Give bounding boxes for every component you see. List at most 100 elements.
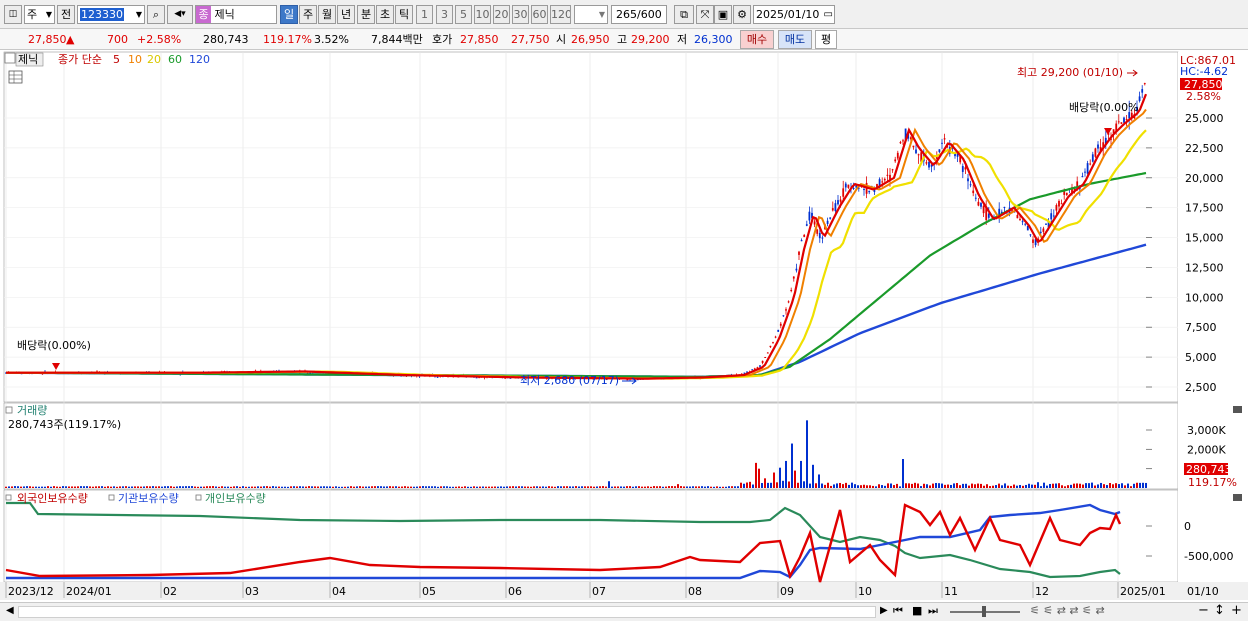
period-button-1[interactable]: 주	[299, 5, 317, 24]
period-button-2[interactable]: 월	[318, 5, 336, 24]
period-button-5[interactable]: 초	[376, 5, 394, 24]
volume-bar	[479, 486, 481, 488]
interval-button-1[interactable]: 3	[436, 5, 453, 24]
chevron-down-icon: ▼	[45, 10, 52, 19]
volume-bar	[1004, 483, 1006, 488]
volume-bar	[251, 486, 253, 488]
eval-button[interactable]: 평	[815, 30, 837, 49]
count-input[interactable]: 265/600	[611, 5, 667, 24]
volume-bar	[995, 485, 997, 488]
candle-body	[759, 365, 761, 367]
volume-bar	[617, 486, 619, 488]
scroll-left-icon[interactable]: ◀	[6, 605, 14, 616]
grid-table-icon[interactable]	[8, 70, 23, 84]
stock-code-input[interactable]: 123330 ▼	[77, 5, 145, 24]
price-chart[interactable]: 25,000 22,500 20,000 17,500 15,000 12,500 10,0…	[0, 50, 1248, 602]
prev-button[interactable]: 전	[57, 5, 75, 24]
open-label: 시	[556, 33, 567, 46]
volume-bar	[1058, 483, 1060, 488]
x-tick-label: 2023/12	[8, 585, 54, 598]
last-page-icon[interactable]: ⏭	[928, 604, 938, 618]
volume-bar	[1079, 483, 1081, 488]
candle-body	[977, 201, 980, 206]
candle-body	[1084, 171, 1086, 173]
candle-body	[1094, 148, 1097, 157]
scroll-right-icon[interactable]: ▶	[880, 605, 888, 616]
volume-bar	[482, 486, 484, 488]
panel-toggle-icon[interactable]	[195, 494, 202, 501]
period-button-0[interactable]: 일	[280, 5, 298, 24]
volume-bar	[428, 486, 430, 488]
zoom-slider-handle[interactable]	[982, 606, 986, 617]
save-icon[interactable]: ▣	[714, 5, 732, 24]
volume-bar	[1130, 486, 1132, 488]
reset-icon[interactable]: ↕	[1214, 603, 1225, 618]
interval-button-3[interactable]: 10	[474, 5, 491, 24]
candle-body	[795, 268, 798, 271]
interval-button-6[interactable]: 60	[531, 5, 548, 24]
interval-button-2[interactable]: 5	[455, 5, 472, 24]
candle-body	[772, 342, 774, 344]
panel-toggle-icon[interactable]	[108, 494, 115, 501]
scroll-bar[interactable]: ◀ ▶ ⏮ ■ ⏭ ⚟ ⚟ ⇄ ⇄ ⚟ ⇄ − ↕ +	[0, 602, 1248, 621]
volume-bar	[536, 486, 538, 488]
chart-tools-icon[interactable]: ⚟ ⚟ ⇄ ⇄ ⚟ ⇄	[1030, 604, 1105, 617]
x-tick-label: 08	[688, 585, 702, 598]
volume-bar	[830, 485, 832, 488]
volume-bar	[380, 486, 382, 488]
candle-body	[982, 205, 985, 214]
volume-bar	[758, 468, 760, 488]
period-button-4[interactable]: 분	[357, 5, 375, 24]
panel-toggle-icon[interactable]	[5, 406, 13, 414]
interval-button-7[interactable]: 120	[550, 5, 571, 24]
crosshair-icon[interactable]: ⤧	[696, 5, 714, 24]
volume-bar	[743, 483, 745, 488]
market-select[interactable]: 주 ▼	[24, 5, 55, 24]
stock-name-field[interactable]: 종 제닉	[195, 5, 277, 24]
candle-body	[761, 360, 764, 363]
volume-value: 280,743	[203, 33, 249, 46]
candle-body	[826, 220, 829, 224]
volume-bar	[170, 486, 172, 488]
volume-bar	[1139, 482, 1141, 488]
candle-body	[808, 211, 811, 221]
close-icon[interactable]	[1233, 406, 1242, 413]
first-page-icon[interactable]: ⏮	[893, 604, 903, 618]
volume-bar	[908, 483, 910, 488]
scroll-track[interactable]	[18, 606, 876, 618]
volume-bar	[701, 486, 703, 488]
volume-bar	[503, 486, 505, 488]
volume-bar	[713, 486, 715, 488]
volume-bar	[227, 486, 229, 488]
volume-bar	[77, 486, 79, 488]
interval-button-0[interactable]: 1	[416, 5, 433, 24]
candle-body	[1117, 121, 1120, 123]
buy-button[interactable]: 매수	[740, 30, 774, 49]
period-button-6[interactable]: 틱	[395, 5, 413, 24]
volume-bar	[1061, 485, 1063, 488]
volume-bar	[470, 486, 472, 488]
volume-bar	[1142, 482, 1144, 488]
gear-icon[interactable]: ⚙	[733, 5, 751, 24]
zoom-out-icon[interactable]: −	[1198, 603, 1209, 618]
panel-toggle-icon[interactable]	[5, 494, 12, 501]
sell-button[interactable]: 매도	[778, 30, 812, 49]
zoom-in-icon[interactable]: +	[1231, 603, 1242, 618]
stop-icon[interactable]: ■	[912, 604, 922, 617]
interval-button-5[interactable]: 30	[512, 5, 529, 24]
date-input[interactable]: 2025/01/10 ▭	[753, 5, 835, 24]
search-icon[interactable]: ⌕	[147, 5, 165, 24]
volume-bar	[239, 486, 241, 488]
candle-icon[interactable]: ⧉	[674, 5, 694, 24]
window-icon[interactable]: ◫	[4, 5, 22, 24]
volume-bar	[557, 486, 559, 488]
panel-toggle-icon[interactable]	[4, 52, 16, 64]
speaker-icon[interactable]: ◀▾	[167, 5, 193, 24]
volume-bar	[818, 474, 820, 488]
close-icon[interactable]	[1233, 494, 1242, 501]
period-button-3[interactable]: 년	[337, 5, 355, 24]
interval-button-4[interactable]: 20	[493, 5, 510, 24]
chart-area[interactable]: 25,000 22,500 20,000 17,500 15,000 12,500 10,0…	[0, 50, 1248, 602]
interval-select[interactable]: ▼	[574, 5, 608, 24]
volume-bar	[1145, 482, 1147, 488]
